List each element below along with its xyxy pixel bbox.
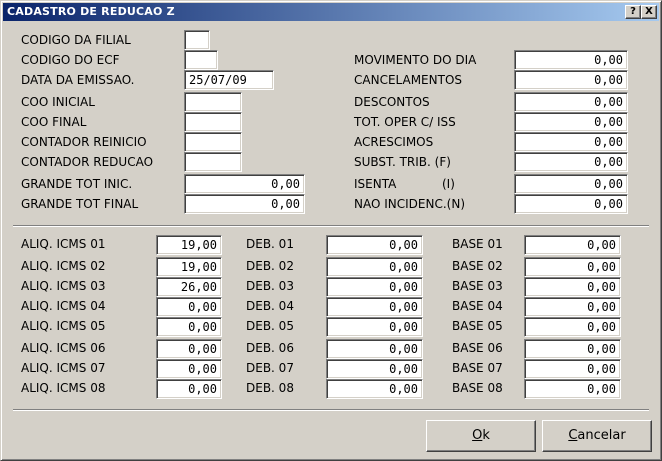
base-04-field[interactable]: 0,00 [524, 297, 621, 317]
base-05-field[interactable]: 0,00 [524, 317, 621, 337]
descontos-label: DESCONTOS [354, 95, 430, 109]
base-05-label: BASE 05 [452, 319, 503, 333]
deb-02-label: DEB. 02 [246, 259, 294, 273]
deb-05-field[interactable]: 0,00 [326, 317, 423, 337]
coo-final-field[interactable] [184, 112, 242, 132]
aliq-icms-07-label: ALIQ. ICMS 07 [21, 361, 106, 375]
ok-button[interactable]: Ok [426, 420, 536, 452]
base-07-label: BASE 07 [452, 361, 503, 375]
codigo-filial-label: CODIGO DA FILIAL [21, 33, 131, 47]
deb-01-label: DEB. 01 [246, 237, 294, 251]
base-03-field[interactable]: 0,00 [524, 277, 621, 297]
descontos-field[interactable]: 0,00 [514, 92, 628, 112]
aliq-icms-04-field[interactable]: 0,00 [156, 297, 222, 317]
aliq-icms-03-label: ALIQ. ICMS 03 [21, 279, 106, 293]
coo-final-label: COO FINAL [21, 115, 87, 129]
ok-accelerator: O [472, 428, 483, 443]
codigo-ecf-label: CODIGO DO ECF [21, 53, 120, 67]
subst-trib-label: SUBST. TRIB. (F) [354, 155, 451, 169]
deb-06-label: DEB. 06 [246, 341, 294, 355]
base-01-label: BASE 01 [452, 237, 503, 251]
base-02-label: BASE 02 [452, 259, 503, 273]
isenta-field[interactable]: 0,00 [514, 174, 628, 194]
window-title: CADASTRO DE REDUCAO Z [7, 5, 175, 18]
cancel-label-rest: ancelar [577, 428, 626, 443]
aliq-icms-07-field[interactable]: 0,00 [156, 359, 222, 379]
base-01-field[interactable]: 0,00 [524, 235, 621, 255]
aliq-icms-02-field[interactable]: 19,00 [156, 257, 222, 277]
base-08-field[interactable]: 0,00 [524, 379, 621, 399]
deb-07-label: DEB. 07 [246, 361, 294, 375]
codigo-ecf-field[interactable] [184, 50, 218, 70]
nao-incidenc-field[interactable]: 0,00 [514, 194, 628, 214]
title-bar[interactable]: CADASTRO DE REDUCAO Z ? X [3, 3, 659, 21]
aliq-icms-04-label: ALIQ. ICMS 04 [21, 299, 106, 313]
base-08-label: BASE 08 [452, 381, 503, 395]
isenta-code-label: (I) [442, 177, 455, 191]
contador-reducao-label: CONTADOR REDUCAO [21, 155, 154, 169]
grande-tot-inic-field[interactable]: 0,00 [184, 174, 305, 194]
deb-03-field[interactable]: 0,00 [326, 277, 423, 297]
deb-08-label: DEB. 08 [246, 381, 294, 395]
base-07-field[interactable]: 0,00 [524, 359, 621, 379]
base-06-field[interactable]: 0,00 [524, 339, 621, 359]
deb-01-field[interactable]: 0,00 [326, 235, 423, 255]
aliq-icms-01-label: ALIQ. ICMS 01 [21, 237, 106, 251]
coo-inicial-label: COO INICIAL [21, 95, 95, 109]
ok-label-rest: k [482, 428, 490, 443]
deb-03-label: DEB. 03 [246, 279, 294, 293]
aliq-icms-01-field[interactable]: 19,00 [156, 235, 222, 255]
grande-tot-final-label: GRANDE TOT FINAL [21, 197, 139, 211]
base-03-label: BASE 03 [452, 279, 503, 293]
aliq-icms-02-label: ALIQ. ICMS 02 [21, 259, 106, 273]
deb-07-field[interactable]: 0,00 [326, 359, 423, 379]
subst-trib-field[interactable]: 0,00 [514, 152, 628, 172]
aliq-icms-08-field[interactable]: 0,00 [156, 379, 222, 399]
help-button[interactable]: ? [625, 5, 641, 19]
close-button[interactable]: X [641, 5, 657, 19]
contador-reinicio-field[interactable] [184, 132, 242, 152]
acrescimos-field[interactable]: 0,00 [514, 132, 628, 152]
deb-05-label: DEB. 05 [246, 319, 294, 333]
base-06-label: BASE 06 [452, 341, 503, 355]
aliq-icms-05-label: ALIQ. ICMS 05 [21, 319, 106, 333]
acrescimos-label: ACRESCIMOS [354, 135, 434, 149]
isenta-label: ISENTA [354, 177, 397, 191]
cancelamentos-field[interactable]: 0,00 [514, 70, 628, 90]
data-emissao-field[interactable]: 25/07/09 [184, 70, 274, 90]
grande-tot-inic-label: GRANDE TOT INIC. [21, 177, 133, 191]
aliq-icms-06-field[interactable]: 0,00 [156, 339, 222, 359]
aliq-icms-08-label: ALIQ. ICMS 08 [21, 381, 106, 395]
codigo-filial-field[interactable] [184, 30, 210, 50]
aliq-icms-05-field[interactable]: 0,00 [156, 317, 222, 337]
deb-04-label: DEB. 04 [246, 299, 294, 313]
base-02-field[interactable]: 0,00 [524, 257, 621, 277]
movimento-dia-label: MOVIMENTO DO DIA [354, 53, 477, 67]
aliq-icms-03-field[interactable]: 26,00 [156, 277, 222, 297]
reducao-z-dialog: CADASTRO DE REDUCAO Z ? X CODIGO DA FILI… [0, 0, 662, 461]
contador-reinicio-label: CONTADOR REINICIO [21, 135, 147, 149]
deb-02-field[interactable]: 0,00 [326, 257, 423, 277]
aliq-icms-06-label: ALIQ. ICMS 06 [21, 341, 106, 355]
tot-oper-iss-label: TOT. OPER C/ ISS [354, 115, 456, 129]
deb-04-field[interactable]: 0,00 [326, 297, 423, 317]
base-04-label: BASE 04 [452, 299, 503, 313]
cancelamentos-label: CANCELAMENTOS [354, 73, 462, 87]
grande-tot-final-field[interactable]: 0,00 [184, 194, 305, 214]
bottom-separator [13, 409, 649, 411]
coo-inicial-field[interactable] [184, 92, 242, 112]
cancel-button[interactable]: Cancelar [542, 420, 652, 452]
nao-incidenc-label: NAO INCIDENC.(N) [354, 197, 465, 211]
top-separator [13, 225, 649, 227]
data-emissao-label: DATA DA EMISSAO. [21, 73, 135, 87]
contador-reducao-field[interactable] [184, 152, 242, 172]
tot-oper-iss-field[interactable]: 0,00 [514, 112, 628, 132]
deb-08-field[interactable]: 0,00 [326, 379, 423, 399]
deb-06-field[interactable]: 0,00 [326, 339, 423, 359]
movimento-dia-field[interactable]: 0,00 [514, 50, 628, 70]
